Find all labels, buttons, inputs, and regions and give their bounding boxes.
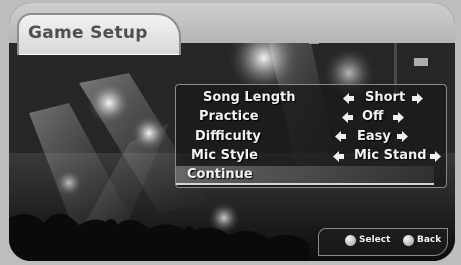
option-value-difficulty: Easy (357, 129, 391, 144)
controller-button-icon (403, 235, 414, 246)
arrow-left-icon[interactable] (342, 112, 353, 123)
back-hint[interactable]: Back (417, 235, 441, 245)
controller-button-icon (345, 235, 356, 246)
continue-button[interactable]: Continue (187, 167, 253, 182)
option-value-song-length: Short (365, 90, 406, 105)
arrow-right-icon[interactable] (393, 112, 404, 123)
arrow-right-icon[interactable] (397, 131, 408, 142)
arrow-left-icon[interactable] (335, 131, 346, 142)
select-hint: Select (359, 235, 391, 245)
option-label-song-length[interactable]: Song Length (203, 90, 296, 105)
arrow-right-icon[interactable] (430, 151, 441, 162)
option-value-mic-style: Mic Stand (354, 148, 427, 163)
arrow-right-icon[interactable] (412, 93, 423, 104)
option-value-practice: Off (362, 109, 384, 124)
page-title: Game Setup (28, 23, 148, 43)
option-label-practice[interactable]: Practice (199, 109, 259, 124)
option-label-difficulty[interactable]: Difficulty (195, 129, 261, 144)
arrow-left-icon[interactable] (343, 93, 354, 104)
arrow-left-icon[interactable] (333, 151, 344, 162)
option-label-mic-style[interactable]: Mic Style (191, 148, 258, 163)
